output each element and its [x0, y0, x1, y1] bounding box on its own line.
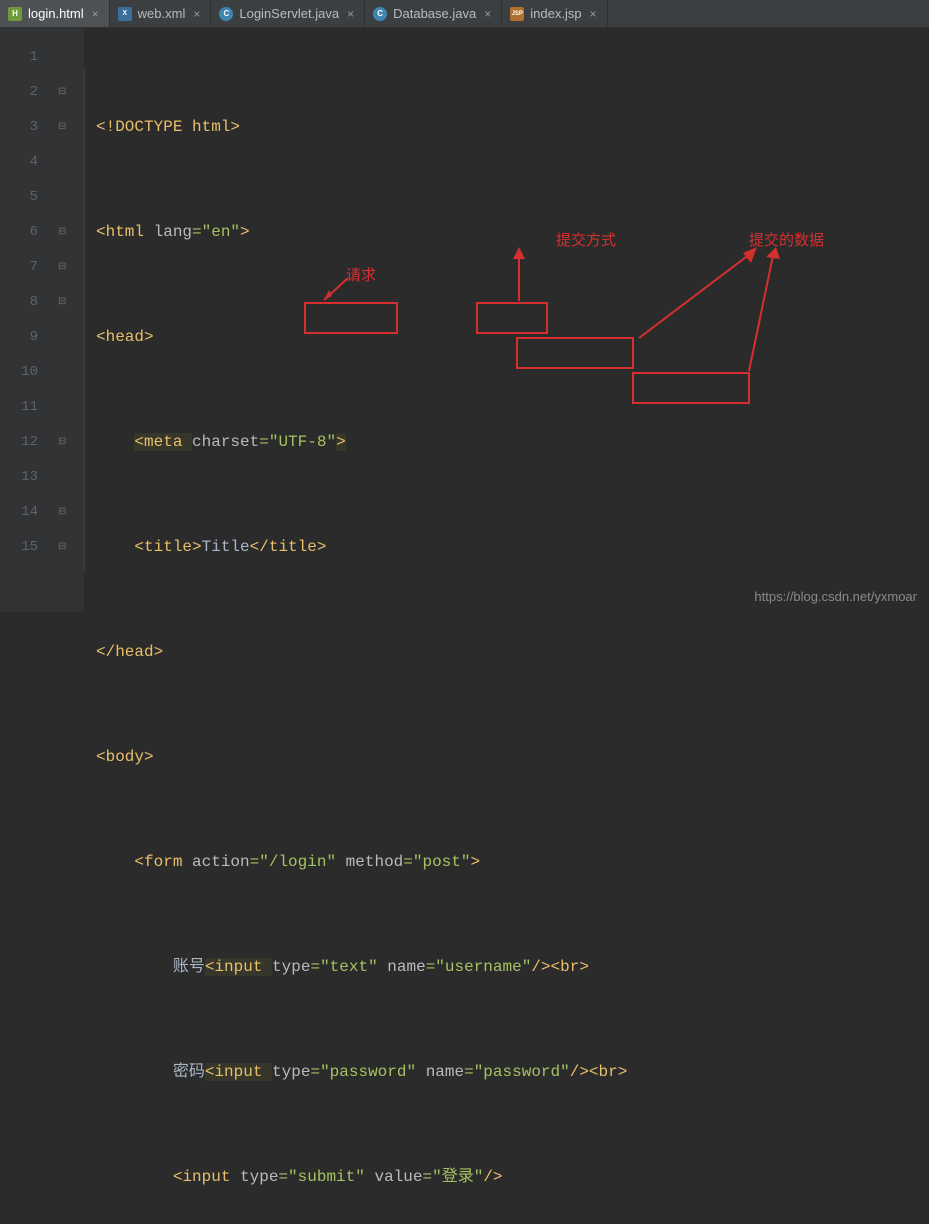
xml-file-icon: X [118, 7, 132, 21]
code-line: <body> [84, 740, 929, 775]
tab-label: web.xml [138, 6, 186, 21]
tab-label: login.html [28, 6, 84, 21]
code-line: <input type="submit" value="登录"/> [84, 1160, 929, 1195]
tab-label: LoginServlet.java [239, 6, 339, 21]
fold-end-icon[interactable]: ⊟ [56, 425, 84, 460]
line-number: 4 [0, 145, 56, 180]
code-area[interactable]: <!DOCTYPE html> <html lang="en"> <head> … [84, 28, 929, 612]
code-line: <title>Title</title> [84, 530, 929, 565]
line-number: 2 [0, 75, 56, 110]
close-icon[interactable]: × [92, 7, 99, 21]
line-number: 5 [0, 180, 56, 215]
html-file-icon: H [8, 7, 22, 21]
code-line: <form action="/login" method="post"> [84, 845, 929, 880]
close-icon[interactable]: × [484, 7, 491, 21]
line-number: 11 [0, 390, 56, 425]
code-line: 密码<input type="password" name="password"… [84, 1055, 929, 1090]
jsp-file-icon: JSP [510, 7, 524, 21]
line-number: 6 [0, 215, 56, 250]
line-number: 3 [0, 110, 56, 145]
line-number: 8 [0, 285, 56, 320]
close-icon[interactable]: × [347, 7, 354, 21]
annotation-arrow-icon [316, 276, 356, 306]
code-editor[interactable]: 1 2 3 4 5 6 7 8 9 10 11 12 13 14 15 💡 ⊟ … [0, 28, 929, 612]
line-number: 10 [0, 355, 56, 390]
annotation-arrow-icon [504, 243, 534, 303]
line-number: 12 [0, 425, 56, 460]
line-number: 7 [0, 250, 56, 285]
fold-gutter: ⊟ ⊟ ⊟ ⊟ ⊟ ⊟ ⊟ ⊟ [56, 28, 84, 612]
code-line: <meta charset="UTF-8"> [84, 425, 929, 460]
line-number: 13 [0, 460, 56, 495]
tab-label: index.jsp [530, 6, 581, 21]
line-number: 9 [0, 320, 56, 355]
tab-label: Database.java [393, 6, 476, 21]
code-line: <head> [84, 320, 929, 355]
code-line: <html lang="en"> [84, 215, 929, 250]
editor-tabs: H login.html × X web.xml × C LoginServle… [0, 0, 929, 28]
close-icon[interactable]: × [193, 7, 200, 21]
fold-toggle-icon[interactable]: ⊟ [56, 110, 84, 145]
tab-index-jsp[interactable]: JSP index.jsp × [502, 0, 607, 27]
fold-end-icon[interactable]: ⊟ [56, 215, 84, 250]
fold-end-icon[interactable]: ⊟ [56, 495, 84, 530]
fold-toggle-icon[interactable]: ⊟ [56, 250, 84, 285]
fold-toggle-icon[interactable]: ⊟ [56, 285, 84, 320]
line-number: 15 [0, 530, 56, 565]
annotation-box-password [632, 372, 750, 404]
tab-web-xml[interactable]: X web.xml × [110, 0, 212, 27]
fold-toggle-icon[interactable]: ⊟ [56, 75, 84, 110]
line-number: 1 [0, 40, 56, 75]
line-number-gutter: 1 2 3 4 5 6 7 8 9 10 11 12 13 14 15 [0, 28, 56, 612]
tab-login-html[interactable]: H login.html × [0, 0, 110, 27]
tab-database-java[interactable]: C Database.java × [365, 0, 502, 27]
tab-loginservlet-java[interactable]: C LoginServlet.java × [211, 0, 365, 27]
annotation-label-request: 请求 [346, 258, 376, 293]
java-class-icon: C [373, 7, 387, 21]
watermark-text: https://blog.csdn.net/yxmoar [754, 589, 917, 604]
java-class-icon: C [219, 7, 233, 21]
close-icon[interactable]: × [590, 7, 597, 21]
fold-end-icon[interactable]: ⊟ [56, 530, 84, 565]
code-line: 账号<input type="text" name="username"/><b… [84, 950, 929, 985]
code-line: </head> [84, 635, 929, 670]
code-line: <!DOCTYPE html> [84, 110, 929, 145]
line-number: 14 [0, 495, 56, 530]
